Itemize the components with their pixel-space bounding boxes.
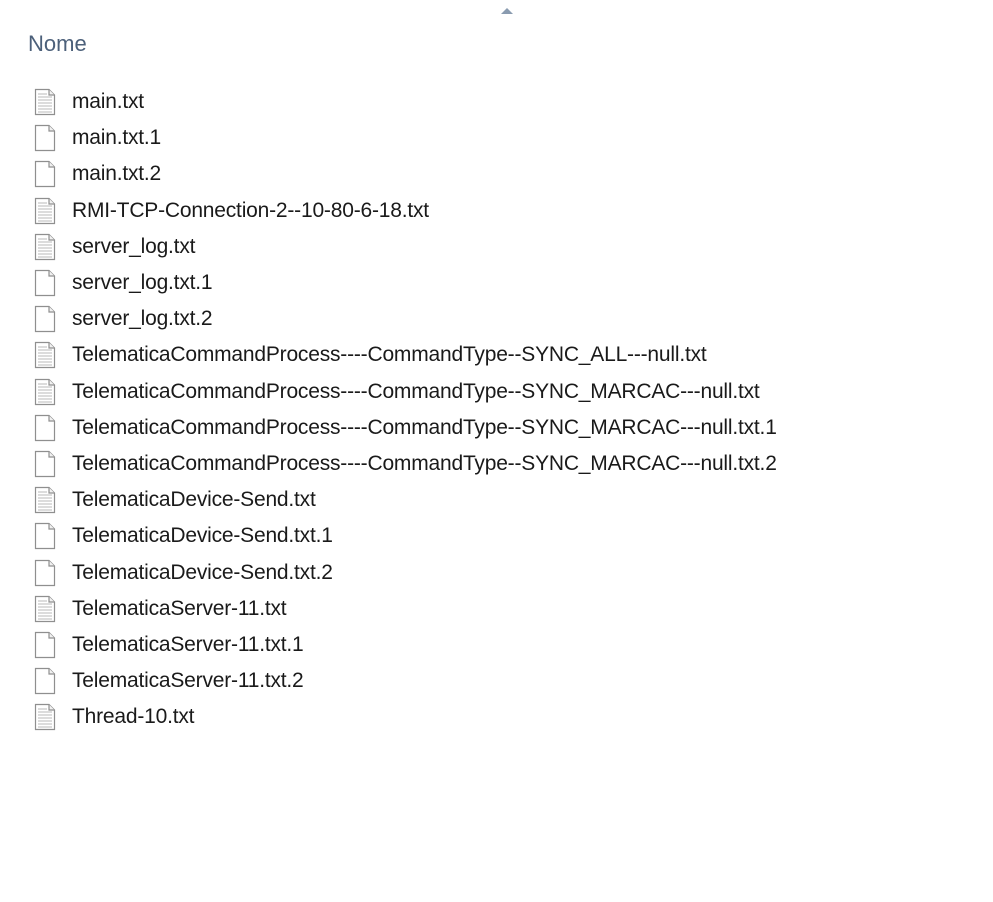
file-list-item[interactable]: TelematicaServer-11.txt.2 (0, 663, 993, 699)
file-name: RMI-TCP-Connection-2--10-80-6-18.txt (72, 198, 429, 222)
file-list-item[interactable]: TelematicaDevice-Send.txt.1 (0, 518, 993, 554)
file-list-item[interactable]: Thread-10.txt (0, 699, 993, 735)
blank-document-icon (34, 124, 56, 152)
blank-document-icon (34, 269, 56, 297)
file-list-item[interactable]: TelematicaServer-11.txt (0, 591, 993, 627)
blank-document-icon (34, 305, 56, 333)
blank-document-icon (34, 450, 56, 478)
file-name: TelematicaServer-11.txt.2 (72, 669, 304, 693)
file-name: TelematicaServer-11.txt (72, 596, 287, 620)
blank-document-icon (34, 414, 56, 442)
file-list-item[interactable]: TelematicaCommandProcess----CommandType-… (0, 337, 993, 373)
file-list-item[interactable]: server_log.txt (0, 229, 993, 265)
sort-ascending-icon (501, 8, 513, 14)
file-name: TelematicaCommandProcess----CommandType-… (72, 451, 777, 475)
blank-document-icon (34, 631, 56, 659)
text-document-icon (34, 378, 56, 406)
file-list-item[interactable]: server_log.txt.2 (0, 301, 993, 337)
file-name: TelematicaDevice-Send.txt.2 (72, 560, 333, 584)
file-name: main.txt.1 (72, 126, 162, 150)
file-name: TelematicaDevice-Send.txt.1 (72, 524, 333, 548)
file-list-item[interactable]: main.txt.1 (0, 120, 993, 156)
blank-document-icon (34, 667, 56, 695)
blank-document-icon (34, 160, 56, 188)
file-name: server_log.txt (72, 234, 196, 258)
text-document-icon (34, 703, 56, 731)
text-document-icon (34, 197, 56, 225)
file-name: Thread-10.txt (72, 705, 195, 729)
file-name: server_log.txt.2 (72, 307, 213, 331)
file-list-item[interactable]: main.txt.2 (0, 156, 993, 192)
file-list-item[interactable]: server_log.txt.1 (0, 265, 993, 301)
file-name: TelematicaDevice-Send.txt (72, 488, 316, 512)
file-name: TelematicaCommandProcess----CommandType-… (72, 415, 777, 439)
file-list-item[interactable]: TelematicaDevice-Send.txt.2 (0, 554, 993, 590)
file-list: main.txt main.txt.1 main.txt.2 RMI-TCP-Conn… (0, 84, 993, 735)
text-document-icon (34, 595, 56, 623)
text-document-icon (34, 486, 56, 514)
file-list-item[interactable]: TelematicaCommandProcess----CommandType-… (0, 410, 993, 446)
file-list-item[interactable]: RMI-TCP-Connection-2--10-80-6-18.txt (0, 193, 993, 229)
file-list-item[interactable]: TelematicaDevice-Send.txt (0, 482, 993, 518)
file-name: TelematicaServer-11.txt.1 (72, 632, 304, 656)
text-document-icon (34, 88, 56, 116)
text-document-icon (34, 341, 56, 369)
file-name: server_log.txt.1 (72, 271, 213, 295)
file-name: main.txt.2 (72, 162, 162, 186)
file-list-item[interactable]: TelematicaCommandProcess----CommandType-… (0, 446, 993, 482)
file-name: TelematicaCommandProcess----CommandType-… (72, 343, 707, 367)
blank-document-icon (34, 559, 56, 587)
file-list-item[interactable]: main.txt (0, 84, 993, 120)
column-header-bar: Nome (0, 0, 993, 74)
file-list-item[interactable]: TelematicaServer-11.txt.1 (0, 627, 993, 663)
file-name: main.txt (72, 90, 144, 114)
text-document-icon (34, 233, 56, 261)
column-header-name[interactable]: Nome (28, 30, 87, 58)
blank-document-icon (34, 522, 56, 550)
file-name: TelematicaCommandProcess----CommandType-… (72, 379, 760, 403)
file-list-item[interactable]: TelematicaCommandProcess----CommandType-… (0, 374, 993, 410)
